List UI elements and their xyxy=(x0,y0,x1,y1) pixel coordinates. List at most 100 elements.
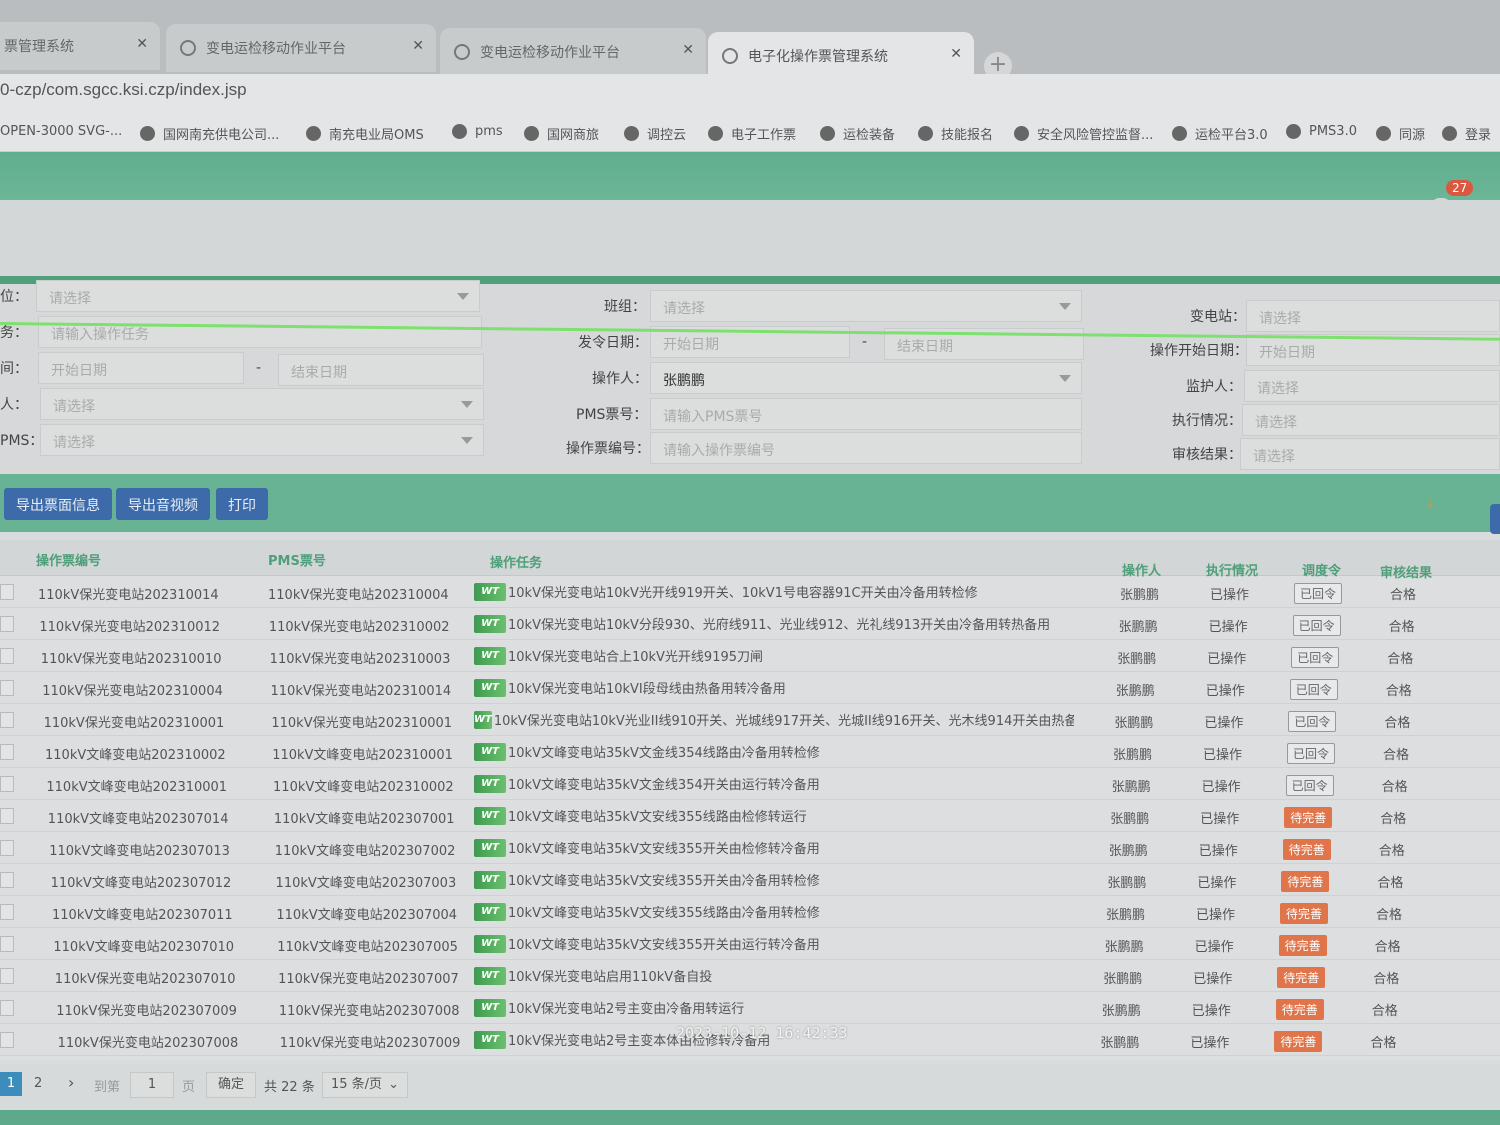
goto-page-input[interactable]: 1 xyxy=(130,1072,174,1098)
close-icon[interactable]: ✕ xyxy=(412,38,424,54)
operator-select[interactable]: 张鹏鹏 xyxy=(650,362,1082,394)
bookmark[interactable]: 电子工作票 xyxy=(708,124,796,143)
bookmark[interactable]: 运检平台3.0 xyxy=(1172,124,1268,143)
row-checkbox[interactable] xyxy=(0,744,14,760)
bookmark[interactable]: 同源 xyxy=(1376,124,1425,143)
address-bar[interactable]: 0-czp/com.sgcc.ksi.czp/index.jsp xyxy=(0,74,1500,112)
table-row[interactable]: 110kV保光变电站202310014 110kV保光变电站202310004 WT… xyxy=(0,576,1500,608)
bookmark[interactable]: OPEN-3000 SVG-... xyxy=(0,124,122,139)
export-ticket-button[interactable]: 导出票面信息 xyxy=(4,488,112,520)
row-checkbox[interactable] xyxy=(0,808,14,824)
table-row[interactable]: 110kV文峰变电站202310002 110kV文峰变电站202310001 WT… xyxy=(0,736,1500,768)
time-end-input[interactable]: 结束日期 xyxy=(278,354,484,386)
page-2[interactable]: 2 xyxy=(34,1076,42,1091)
row-checkbox[interactable] xyxy=(0,1032,14,1048)
col-pms[interactable]: PMS票号 xyxy=(268,550,326,569)
row-checkbox[interactable] xyxy=(0,584,14,600)
station-select[interactable]: 请选择 xyxy=(1246,300,1500,332)
guardian-select[interactable]: 请选择 xyxy=(1244,370,1500,402)
bookmark[interactable]: 国网南充供电公司... xyxy=(140,124,279,143)
row-checkbox[interactable] xyxy=(0,840,14,856)
table-row[interactable]: 110kV保光变电站202310010 110kV保光变电站202310003 WT… xyxy=(0,640,1500,672)
table-row[interactable]: 110kV保光变电站202307010 110kV保光变电站202307007 WT… xyxy=(0,960,1500,992)
task-text: 10kV保光变电站2号主变由冷备用转运行 xyxy=(508,1002,745,1017)
cloud-icon xyxy=(1442,126,1457,141)
print-button[interactable]: 打印 xyxy=(216,488,268,520)
cell-ticket[interactable]: 110kV保光变电站202310004 xyxy=(42,680,223,699)
row-checkbox[interactable] xyxy=(0,776,14,792)
tab-label: 变电运检移动作业平台 xyxy=(480,45,620,61)
table-row[interactable]: 110kV文峰变电站202307014 110kV文峰变电站202307001 WT… xyxy=(0,800,1500,832)
cell-ticket[interactable]: 110kV文峰变电站202307014 xyxy=(48,808,229,827)
cell-ticket[interactable]: 110kV文峰变电站202310001 xyxy=(46,776,227,795)
bookmark[interactable]: PMS3.0 xyxy=(1286,124,1357,139)
cell-ticket[interactable]: 110kV保光变电站202307010 xyxy=(55,968,236,987)
audit-select[interactable]: 请选择 xyxy=(1240,438,1500,470)
exec-select[interactable]: 请选择 xyxy=(1242,404,1500,436)
bookmark[interactable]: 登录 xyxy=(1442,124,1491,143)
browser-tab[interactable]: 变电运检移动作业平台 ✕ xyxy=(166,24,436,72)
row-checkbox[interactable] xyxy=(0,872,14,888)
row-checkbox[interactable] xyxy=(0,904,14,920)
unit-select[interactable]: 请选择 xyxy=(36,280,480,312)
close-icon[interactable]: ✕ xyxy=(136,36,148,52)
time-start-input[interactable]: 开始日期 xyxy=(38,352,244,384)
table-row[interactable]: 110kV文峰变电站202307011 110kV文峰变电站202307004 WT… xyxy=(0,896,1500,928)
side-tab-button[interactable] xyxy=(1490,504,1500,534)
table-row[interactable]: 110kV保光变电站202307009 110kV保光变电站202307008 WT… xyxy=(0,992,1500,1024)
close-icon[interactable]: ✕ xyxy=(950,46,962,62)
cell-ticket[interactable]: 110kV保光变电站202310014 xyxy=(38,584,219,603)
table-row[interactable]: 110kV文峰变电站202307010 110kV文峰变电站202307005 WT… xyxy=(0,928,1500,960)
bookmarks-bar: OPEN-3000 SVG-... 国网南充供电公司... 南充电业局OMS p… xyxy=(0,112,1500,152)
cell-ticket[interactable]: 110kV文峰变电站202307013 xyxy=(49,840,230,859)
cell-ticket[interactable]: 110kV文峰变电站202307011 xyxy=(52,904,233,923)
browser-tab[interactable]: 票管理系统 ✕ xyxy=(0,22,160,70)
cell-ticket[interactable]: 110kV保光变电站202310012 xyxy=(39,616,220,635)
cell-ticket[interactable]: 110kV保光变电站202310001 xyxy=(44,712,225,731)
bookmark[interactable]: 调控云 xyxy=(624,124,686,143)
person-select[interactable]: 请选择 xyxy=(40,388,484,420)
bookmark[interactable]: 运检装备 xyxy=(820,124,895,143)
page-current[interactable]: 1 xyxy=(0,1072,22,1096)
page-size-select[interactable]: 15 条/页 ⌄ xyxy=(322,1072,408,1098)
export-av-button[interactable]: 导出音视频 xyxy=(116,488,210,520)
table-row[interactable]: 110kV保光变电站202310001 110kV保光变电站202310001 WT… xyxy=(0,704,1500,736)
col-task[interactable]: 操作任务 xyxy=(490,552,542,571)
close-icon[interactable]: ✕ xyxy=(682,42,694,58)
table-row[interactable]: 110kV保光变电站202310004 110kV保光变电站202310014 WT… xyxy=(0,672,1500,704)
cell-ticket[interactable]: 110kV文峰变电站202307010 xyxy=(53,936,234,955)
cell-ticket[interactable]: 110kV文峰变电站202310002 xyxy=(45,744,226,763)
cell-ticket[interactable]: 110kV保光变电站202307009 xyxy=(56,1000,237,1019)
bookmark[interactable]: 技能报名 xyxy=(918,124,993,143)
col-ticket[interactable]: 操作票编号 xyxy=(36,550,101,569)
row-checkbox[interactable] xyxy=(0,648,14,664)
next-page-icon[interactable]: › xyxy=(68,1073,74,1092)
table-row[interactable]: 110kV文峰变电站202307013 110kV文峰变电站202307002 WT… xyxy=(0,832,1500,864)
time-label: 间： xyxy=(0,361,28,377)
browser-tab-active[interactable]: 电子化操作票管理系统 ✕ xyxy=(708,32,974,80)
bookmark[interactable]: 南充电业局OMS xyxy=(306,124,424,143)
cell-ticket[interactable]: 110kV文峰变电站202307012 xyxy=(51,872,232,891)
team-select[interactable]: 请选择 xyxy=(650,290,1082,322)
ticket-number-input[interactable]: 请输入操作票编号 xyxy=(650,432,1082,464)
row-checkbox[interactable] xyxy=(0,1000,14,1016)
row-checkbox[interactable] xyxy=(0,680,14,696)
task-input[interactable]: 请输入操作任务 xyxy=(38,316,482,348)
bookmark[interactable]: 安全风险管控监督... xyxy=(1014,124,1153,143)
bookmark[interactable]: pms xyxy=(452,124,503,139)
table-row[interactable]: 110kV保光变电站202310012 110kV保光变电站202310002 WT… xyxy=(0,608,1500,640)
row-checkbox[interactable] xyxy=(0,616,14,632)
cell-ticket[interactable]: 110kV保光变电站202310010 xyxy=(41,648,222,667)
row-checkbox[interactable] xyxy=(0,712,14,728)
cell-ticket[interactable]: 110kV保光变电站202307008 xyxy=(58,1032,239,1051)
table-row[interactable]: 110kV文峰变电站202310001 110kV文峰变电站202310002 WT… xyxy=(0,768,1500,800)
browser-tab[interactable]: 变电运检移动作业平台 ✕ xyxy=(440,28,706,76)
bookmark[interactable]: 国网商旅 xyxy=(524,124,599,143)
row-checkbox[interactable] xyxy=(0,968,14,984)
pms-select[interactable]: 请选择 xyxy=(40,424,484,456)
pms-ticket-input[interactable]: 请输入PMS票号 xyxy=(650,398,1082,430)
row-checkbox[interactable] xyxy=(0,936,14,952)
goto-confirm-button[interactable]: 确定 xyxy=(206,1072,256,1098)
ticket-number-label: 操作票编号： xyxy=(566,441,650,457)
table-row[interactable]: 110kV文峰变电站202307012 110kV文峰变电站202307003 WT… xyxy=(0,864,1500,896)
